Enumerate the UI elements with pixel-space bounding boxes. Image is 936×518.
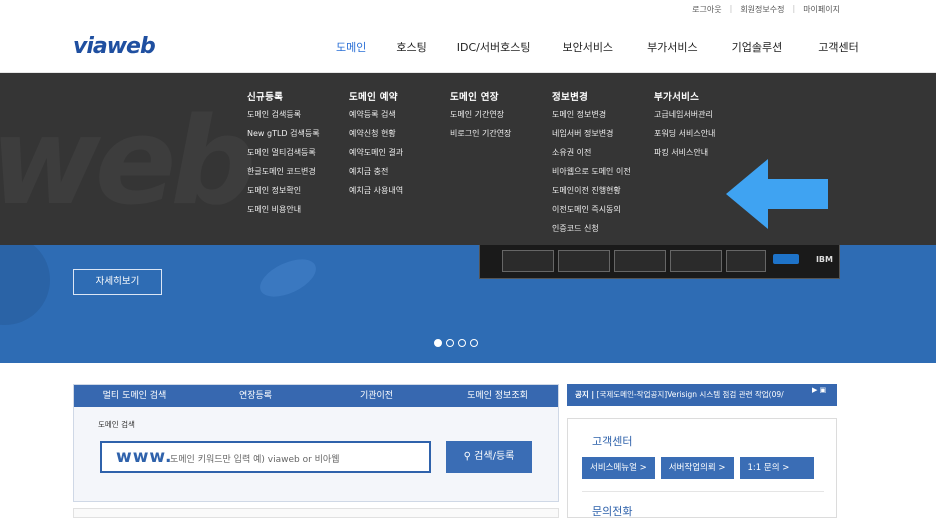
carousel-dot-active[interactable]: [434, 339, 442, 347]
tab-multi-domain-search[interactable]: 멀티 도메인 검색: [74, 385, 195, 407]
play-icon[interactable]: ▶: [812, 386, 817, 394]
server-drive-bay: [670, 250, 722, 272]
nav-hosting[interactable]: 호스팅: [396, 39, 426, 55]
hero-banner: 자세히보기 IBM: [0, 245, 936, 363]
menu-column-title: 도메인 예약: [349, 92, 398, 103]
nav-idc-server-hosting[interactable]: IDC/서버호스팅: [457, 39, 531, 55]
mypage-link[interactable]: 마이페이지: [803, 4, 840, 15]
utility-bar: 로그아웃 | 회원정보수정 | 마이페이지: [0, 0, 936, 20]
server-drive-bay: [614, 250, 666, 272]
carousel-dot[interactable]: [458, 339, 466, 347]
service-manual-button[interactable]: 서비스메뉴얼 >: [582, 457, 655, 479]
menu-column-title: 도메인 연장: [450, 92, 499, 103]
tab-domain-lookup[interactable]: 도메인 정보조회: [437, 385, 558, 407]
notice-prefix: 공지 |: [575, 390, 595, 399]
menu-item[interactable]: 예약등록 검색: [349, 109, 403, 128]
server-drive-bay: [558, 250, 610, 272]
separator: |: [729, 4, 733, 13]
mega-menu: web 신규등록 도메인 검색등록 New gTLD 검색등록 도메인 멀티검색…: [0, 73, 936, 245]
inquiry-phone-title: 문의전화: [592, 505, 633, 518]
notice-controls[interactable]: ▶ ▣: [812, 386, 826, 394]
menu-column-title: 부가서비스: [654, 92, 700, 103]
server-panel: [726, 250, 766, 272]
menu-column-addon-service: 부가서비스 고급네임서버관리 포워딩 서비스안내 파킹 서비스안내: [654, 89, 715, 166]
menu-item[interactable]: 예치금 충전: [349, 166, 403, 185]
logout-link[interactable]: 로그아웃: [692, 4, 721, 15]
menu-column-title: 신규등록: [247, 92, 284, 103]
stop-icon[interactable]: ▣: [820, 386, 827, 394]
customer-center-buttons: 서비스메뉴얼 > 서버작업의뢰 > 1:1 문의 >: [582, 457, 814, 479]
edit-member-info-link[interactable]: 회원정보수정: [740, 4, 784, 15]
one-to-one-inquiry-button[interactable]: 1:1 문의 >: [739, 457, 814, 479]
menu-item[interactable]: 고급네임서버관리: [654, 109, 715, 128]
nav-domain[interactable]: 도메인: [336, 39, 366, 55]
tab-agency-transfer[interactable]: 기관이전: [316, 385, 437, 407]
menu-column-domain-renewal: 도메인 연장 도메인 기간연장 비로그인 기간연장: [450, 89, 511, 147]
server-work-request-button[interactable]: 서버작업의뢰 >: [660, 457, 734, 479]
menu-column-domain-reservation: 도메인 예약 예약등록 검색 예약신청 현황 예약도메인 결과 예치금 충전 예…: [349, 89, 403, 204]
search-register-button[interactable]: ⚲ 검색/등록: [446, 441, 532, 473]
search-tabs: 멀티 도메인 검색 연장등록 기관이전 도메인 정보조회: [74, 385, 558, 407]
search-icon: ⚲: [463, 451, 475, 462]
menu-item[interactable]: New gTLD 검색등록: [247, 128, 320, 147]
separator: |: [792, 4, 796, 13]
leaf-icon: [254, 251, 322, 305]
menu-column-info-change: 정보변경 도메인 정보변경 네임서버 정보변경 소유권 이전 비아웹으로 도메인…: [552, 89, 631, 242]
server-drive-bay: [502, 250, 554, 272]
mega-menu-background-text: web: [0, 93, 256, 232]
menu-column-new-registration: 신규등록 도메인 검색등록 New gTLD 검색등록 도메인 멀티검색등록 한…: [247, 89, 320, 223]
menu-item[interactable]: 도메인 기간연장: [450, 109, 511, 128]
menu-item[interactable]: 예약도메인 결과: [349, 147, 403, 166]
viaweb-logo[interactable]: viaweb: [73, 34, 156, 59]
menu-item[interactable]: 인증코드 신청: [552, 223, 631, 242]
search-body: 도메인 검색 www. 도메인 키워드만 입력 예) viaweb or 비아웹…: [74, 407, 558, 501]
server-brand-logo: IBM: [815, 255, 833, 264]
server-port: [773, 254, 799, 264]
menu-item[interactable]: 비로그인 기간연장: [450, 128, 511, 147]
menu-item[interactable]: 비아웹으로 도메인 이전: [552, 166, 631, 185]
menu-item[interactable]: 파킹 서비스안내: [654, 147, 715, 166]
menu-item[interactable]: 도메인 멀티검색등록: [247, 147, 320, 166]
menu-item[interactable]: 네임서버 정보변경: [552, 128, 631, 147]
global-nav: 도메인 호스팅 IDC/서버호스팅 보안서비스 부가서비스 기업솔루션 고객센터: [336, 39, 859, 55]
menu-item[interactable]: 소유권 이전: [552, 147, 631, 166]
notice-bar[interactable]: 공지 | [국제도메인-작업공지]Verisign 시스템 점검 관련 작업(0…: [567, 384, 837, 406]
menu-item[interactable]: 예약신청 현황: [349, 128, 403, 147]
menu-item[interactable]: 예치금 사용내역: [349, 185, 403, 204]
carousel-dot[interactable]: [470, 339, 478, 347]
utility-links: 로그아웃 | 회원정보수정 | 마이페이지: [692, 4, 840, 15]
menu-item[interactable]: 도메인 검색등록: [247, 109, 320, 128]
content-strip: [73, 508, 559, 518]
menu-item[interactable]: 한글도메인 코드변경: [247, 166, 320, 185]
pointer-arrow-icon: [726, 159, 828, 229]
tab-renewal[interactable]: 연장등록: [195, 385, 316, 407]
server-rack-image: IBM: [479, 245, 840, 279]
search-label: 도메인 검색: [98, 420, 135, 429]
divider: [582, 491, 824, 492]
customer-center-title: 고객센터: [592, 435, 633, 448]
search-placeholder: 도메인 키워드만 입력 예) viaweb or 비아웹: [170, 455, 340, 465]
carousel-dot[interactable]: [446, 339, 454, 347]
view-details-button[interactable]: 자세히보기: [73, 269, 162, 295]
nav-security[interactable]: 보안서비스: [562, 39, 613, 55]
domain-search-input[interactable]: www. 도메인 키워드만 입력 예) viaweb or 비아웹: [100, 441, 431, 473]
nav-enterprise-solution[interactable]: 기업솔루션: [732, 39, 783, 55]
header: viaweb 도메인 호스팅 IDC/서버호스팅 보안서비스 부가서비스 기업솔…: [0, 20, 936, 73]
menu-item[interactable]: 도메인 정보확인: [247, 185, 320, 204]
hero-decoration: [0, 245, 50, 325]
carousel-indicators: [434, 339, 478, 347]
menu-item[interactable]: 도메인이전 진행현황: [552, 185, 631, 204]
menu-item[interactable]: 이전도메인 즉시동의: [552, 204, 631, 223]
customer-center-panel: 고객센터 서비스메뉴얼 > 서버작업의뢰 > 1:1 문의 > 문의전화: [567, 418, 837, 518]
nav-customer-center[interactable]: 고객센터: [818, 39, 858, 55]
www-prefix: www.: [116, 447, 173, 467]
menu-item[interactable]: 도메인 비용안내: [247, 204, 320, 223]
search-button-label: 검색/등록: [474, 451, 515, 462]
domain-search-panel: 멀티 도메인 검색 연장등록 기관이전 도메인 정보조회 도메인 검색 www.…: [73, 384, 559, 502]
menu-column-title: 정보변경: [552, 92, 589, 103]
menu-item[interactable]: 도메인 정보변경: [552, 109, 631, 128]
nav-addon-service[interactable]: 부가서비스: [647, 39, 698, 55]
notice-text[interactable]: [국제도메인-작업공지]Verisign 시스템 점검 관련 작업(09/: [597, 390, 784, 399]
menu-item[interactable]: 포워딩 서비스안내: [654, 128, 715, 147]
